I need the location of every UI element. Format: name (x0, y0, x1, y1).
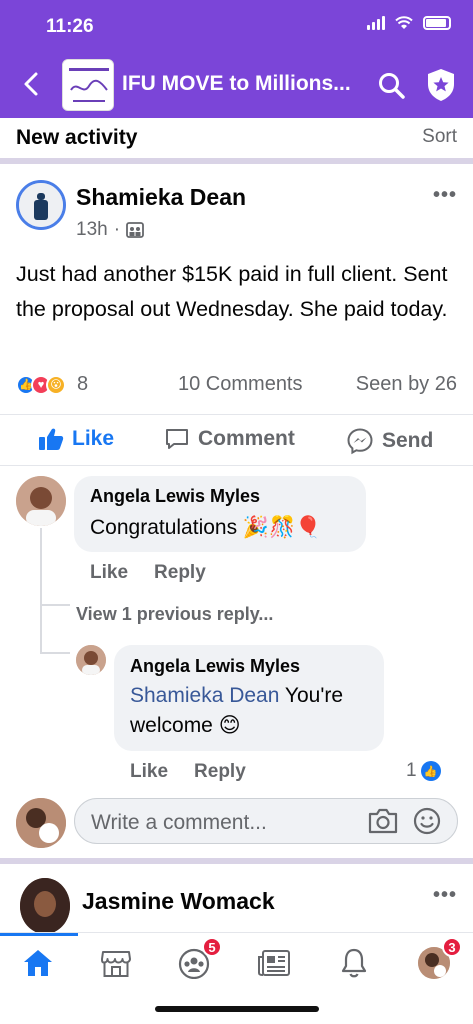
tab-marketplace[interactable] (96, 943, 136, 983)
bell-icon (341, 948, 367, 978)
post-author-name[interactable]: Shamieka Dean (76, 184, 246, 211)
next-post-photo-icon (20, 878, 70, 934)
commenter-avatar[interactable] (16, 476, 66, 526)
reply-like-button[interactable]: Like (130, 761, 168, 783)
my-photo-icon (16, 798, 66, 848)
post-more-button[interactable]: ••• (433, 184, 457, 207)
like-label: Like (72, 427, 115, 450)
comment-label: Comment (198, 427, 295, 450)
emoji-icon[interactable] (413, 807, 441, 835)
tab-news[interactable] (254, 943, 294, 983)
active-tab-indicator (0, 933, 78, 936)
next-post-author[interactable]: Jasmine Womack (82, 888, 275, 915)
status-bar: 11:26 (0, 0, 473, 52)
comment-like-button[interactable]: Like (90, 562, 128, 584)
reply-reply-button[interactable]: Reply (194, 761, 246, 783)
comment-text: Congratulations 🎉🎊🎈 (90, 516, 322, 539)
meta-separator: · (113, 219, 121, 240)
home-indicator (155, 1006, 319, 1012)
signal-icon (367, 16, 385, 30)
avatar-photo-icon (19, 183, 63, 227)
status-icons (367, 16, 451, 30)
thumbs-up-icon (39, 428, 64, 450)
battery-icon (423, 16, 451, 30)
home-icon (24, 950, 52, 976)
activity-bar: New activity Sort (0, 118, 473, 158)
messenger-icon (347, 428, 373, 455)
send-label: Send (382, 429, 434, 452)
my-avatar (16, 798, 66, 848)
reply-photo-icon (76, 645, 106, 675)
commenter-photo-icon (16, 476, 66, 526)
like-reaction-icon: 👍 (420, 761, 441, 781)
section-title: New activity (16, 126, 138, 149)
tab-groups[interactable]: 5 (174, 937, 222, 983)
shield-icon[interactable] (426, 68, 456, 102)
view-previous-replies[interactable]: View 1 previous reply... (76, 604, 273, 625)
comment-bubble[interactable]: Angela Lewis Myles Congratulations 🎉🎊🎈 (74, 476, 366, 552)
next-post-avatar[interactable] (20, 878, 70, 934)
group-privacy-icon (126, 222, 144, 238)
tab-home[interactable] (18, 943, 58, 983)
reply-text: Shamieka Dean You're welcome 😊 (130, 681, 376, 741)
comment-actions: Like Reply (90, 562, 206, 584)
wow-reaction-icon: 😮 (46, 374, 66, 395)
reply-actions: Like Reply (130, 761, 246, 783)
groups-badge: 5 (202, 937, 222, 957)
comment-input[interactable]: Write a comment... (74, 798, 458, 844)
reply-like-count[interactable]: 1 👍 (406, 760, 441, 782)
reaction-count: 8 (77, 373, 89, 395)
comments-count[interactable]: 10 Comments (178, 373, 303, 396)
reply-bubble[interactable]: Angela Lewis Myles Shamieka Dean You're … (114, 645, 384, 751)
post-text: Just had another $15K paid in full clien… (16, 262, 448, 321)
camera-icon[interactable] (367, 807, 399, 835)
reply-like-count-value: 1 (406, 760, 417, 781)
search-icon[interactable] (376, 70, 406, 100)
comment-composer: Write a comment... (0, 790, 473, 850)
reply-author[interactable]: Angela Lewis Myles (130, 656, 300, 677)
next-post-more-button[interactable]: ••• (433, 884, 457, 907)
seen-count[interactable]: Seen by 26 (356, 373, 457, 396)
reply-avatar[interactable] (76, 645, 106, 675)
group-title[interactable]: IFU MOVE to Millions... (122, 72, 352, 96)
thread-line-branch (40, 604, 70, 606)
post-meta: 13h · (76, 219, 144, 241)
send-button[interactable]: Send (346, 427, 433, 455)
comment-input-placeholder: Write a comment... (91, 811, 267, 834)
comment-bubble-icon (166, 429, 188, 449)
tab-menu[interactable]: 3 (414, 937, 462, 983)
like-button[interactable]: Like (38, 427, 114, 451)
news-icon (258, 950, 290, 976)
post-author-avatar[interactable] (16, 180, 66, 230)
group-logo-icon (63, 60, 113, 110)
comment-author[interactable]: Angela Lewis Myles (90, 486, 260, 507)
thread-line-branch (40, 652, 70, 654)
comment-button[interactable]: Comment (164, 427, 295, 451)
tab-notifications[interactable] (334, 943, 374, 983)
section-divider (0, 158, 473, 164)
sort-button[interactable]: Sort (422, 126, 457, 148)
menu-badge: 3 (442, 937, 462, 957)
post-action-row: Like Comment Send (0, 414, 473, 466)
back-button[interactable] (18, 70, 46, 98)
status-time: 11:26 (46, 16, 94, 37)
group-avatar[interactable] (62, 59, 114, 111)
reactions-summary[interactable]: 👍 ♥ 😮 8 (16, 373, 88, 396)
reply-mention[interactable]: Shamieka Dean (130, 684, 279, 707)
comment-reply-button[interactable]: Reply (154, 562, 206, 584)
marketplace-icon (101, 951, 131, 977)
post-time[interactable]: 13h (76, 219, 108, 241)
thread-line (40, 528, 42, 654)
wifi-icon (395, 16, 413, 29)
group-header: IFU MOVE to Millions... (0, 52, 473, 118)
post-divider (0, 858, 473, 864)
